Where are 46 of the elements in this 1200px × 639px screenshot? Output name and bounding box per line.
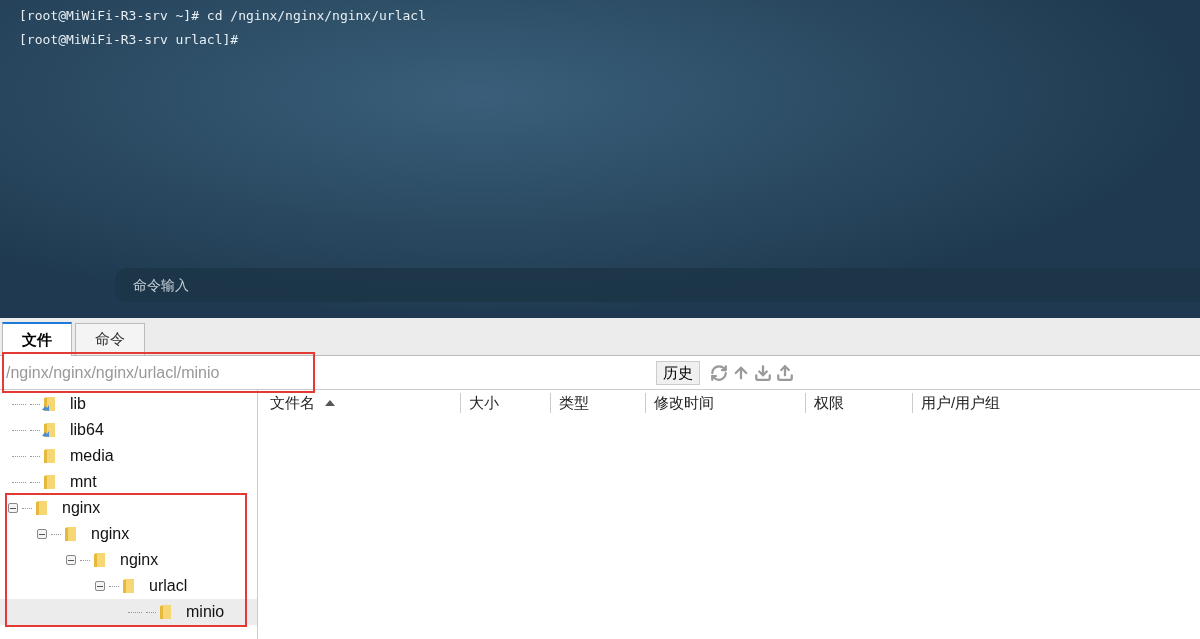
tree-label: nginx: [120, 550, 159, 570]
tree-label: minio: [186, 602, 225, 622]
history-button[interactable]: 历史: [656, 360, 700, 385]
terminal-line: [root@MiWiFi-R3-srv urlacl]#: [19, 31, 240, 48]
tree-row[interactable]: media: [0, 443, 257, 469]
collapse-toggle-icon[interactable]: [8, 503, 18, 513]
column-header[interactable]: 修改时间: [654, 391, 714, 415]
tree-row[interactable]: lib64: [0, 417, 257, 443]
column-header[interactable]: 类型: [559, 391, 589, 415]
tree-label: media: [70, 446, 114, 466]
folder-icon: [34, 500, 48, 516]
tree-label: nginx: [91, 524, 130, 544]
tree-row[interactable]: lib: [0, 391, 257, 417]
column-header[interactable]: 用户/用户组: [921, 391, 1001, 415]
tree-row[interactable]: nginx: [0, 521, 257, 547]
column-header[interactable]: 大小: [469, 391, 499, 415]
tab[interactable]: 文件: [2, 322, 72, 356]
refresh-icon[interactable]: [710, 363, 728, 382]
folder-icon: [63, 526, 77, 542]
column-header[interactable]: 权限: [814, 391, 844, 415]
tree-label: urlacl: [149, 576, 188, 596]
collapse-toggle-icon[interactable]: [37, 529, 47, 539]
folder-icon: [42, 448, 56, 464]
tree-label: lib64: [70, 420, 104, 440]
tree-row[interactable]: minio: [0, 599, 257, 625]
collapse-toggle-icon[interactable]: [66, 555, 76, 565]
tree-label: mnt: [70, 472, 97, 492]
folder-icon: [92, 552, 106, 568]
download-icon[interactable]: [754, 363, 772, 382]
tree-row[interactable]: nginx: [0, 547, 257, 573]
tab[interactable]: 命令: [75, 323, 145, 355]
terminal-line: [root@MiWiFi-R3-srv ~]# cd /nginx/nginx/nginx/urlacl: [19, 7, 427, 24]
tree-label: lib: [70, 394, 86, 414]
collapse-toggle-icon[interactable]: [95, 581, 105, 591]
upload-icon[interactable]: [776, 363, 794, 382]
tree-row[interactable]: nginx: [0, 495, 257, 521]
column-header[interactable]: 文件名: [270, 391, 315, 415]
folder-icon: [121, 578, 135, 594]
folder-icon: [42, 474, 56, 490]
tree-row[interactable]: mnt: [0, 469, 257, 495]
tree-label: nginx: [62, 498, 101, 518]
folder-shortcut-icon: [42, 396, 56, 412]
tree-row[interactable]: urlacl: [0, 573, 257, 599]
command-input[interactable]: 命令输入: [115, 268, 1200, 302]
folder-icon: [158, 604, 172, 620]
folder-shortcut-icon: [42, 422, 56, 438]
